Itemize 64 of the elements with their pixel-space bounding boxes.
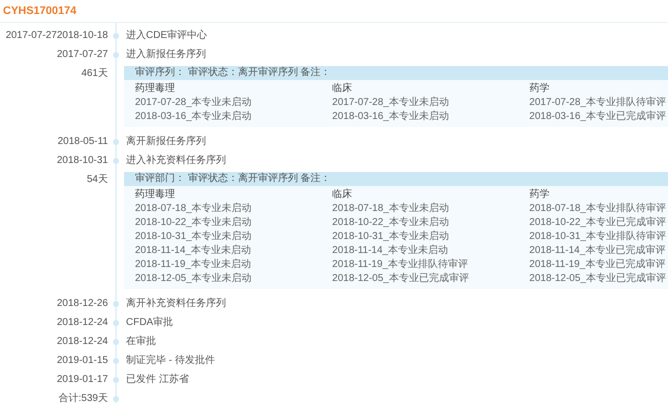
table-cell-text: 2018-11-14_本专业未启动: [332, 244, 450, 258]
total-duration: 合计:539天: [58, 392, 108, 403]
event-date: 2019-01-17: [56, 373, 108, 387]
event-text: 离开新报任务序列: [125, 134, 206, 149]
timeline-dot: [113, 396, 119, 402]
column-header: 药学: [529, 82, 550, 96]
column-header: 药理毒理: [135, 188, 176, 202]
event-text: 离开补充资料任务序列: [125, 296, 226, 311]
table-cell-text: 2018-10-31_本专业未启动: [332, 230, 450, 244]
timeline-dot: [113, 52, 119, 58]
timeline-dot: [113, 377, 119, 383]
timeline-dot: [113, 139, 119, 145]
table-cell-text: 2018-10-31_本专业未启动: [135, 230, 253, 244]
column-header: 临床: [332, 188, 354, 202]
column-header: 药学: [529, 188, 550, 202]
event-date: 2018-12-24: [56, 316, 108, 330]
table-cell: 2017-07-28_本专业排队待审评: [529, 96, 666, 110]
table-cell: 2018-11-19_本专业已完成审评: [529, 258, 666, 272]
event-date: 2019-01-15: [56, 354, 108, 368]
table-cell-text: 2018-03-16_本专业未启动: [332, 110, 450, 124]
timeline-dot: [113, 358, 119, 364]
timeline-dot: [113, 339, 119, 345]
review-header: 审评部门： 审评状态：离开审评序列 备注：: [124, 172, 668, 186]
review-header: 审评序列： 审评状态：离开审评序列 备注：: [124, 66, 668, 80]
record-id: CYHS1700174: [0, 0, 668, 23]
event-date: 2017-07-27: [56, 48, 108, 62]
timeline-dot: [113, 301, 119, 307]
table-cell-text: 2018-10-22_本专业未启动: [135, 216, 253, 230]
timeline-dot: [113, 33, 119, 39]
event-date: 2018-05-11: [56, 135, 108, 149]
table-cell-text: 2018-07-18_本专业未启动: [332, 202, 450, 216]
table-cell-text: 2018-03-16_本专业未启动: [135, 110, 253, 124]
table-cell-text: 2017-07-28_本专业未启动: [135, 96, 253, 110]
event-text: 已发件 江苏省: [125, 372, 189, 387]
table-cell: 2018-10-22_本专业已完成审评: [529, 216, 666, 230]
table-cell: 2018-11-14_本专业已完成审评: [529, 244, 666, 258]
table-cell-text: 2018-11-14_本专业未启动: [135, 244, 252, 258]
table-cell-text: 2018-11-19_本专业排队待审评: [332, 258, 470, 272]
event-date: 2017-07-272018-10-18: [4, 29, 108, 43]
table-cell-text: 2018-07-18_本专业未启动: [135, 202, 253, 216]
table-cell-text: 2018-11-19_本专业未启动: [135, 258, 252, 272]
table-cell-text: 2018-10-22_本专业未启动: [332, 216, 450, 230]
column-header: 药理毒理: [135, 82, 176, 96]
table-cell: 2018-03-16_本专业已完成审评: [529, 110, 666, 124]
table-cell-text: 2017-07-28_本专业未启动: [332, 96, 450, 110]
duration-label: 461天: [80, 67, 108, 81]
table-cell-text: 2018-12-05_本专业已完成审评: [332, 272, 470, 286]
event-date: 2018-12-24: [56, 335, 108, 349]
table-cell: 2018-07-18_本专业排队待审评: [529, 202, 666, 216]
event-text: 进入补充资料任务序列: [125, 154, 226, 168]
table-cell: 2018-12-05_本专业已完成审评: [529, 272, 666, 286]
table-cell-text: 2018-12-05_本专业未启动: [135, 272, 253, 286]
event-date: 2018-12-26: [56, 297, 108, 311]
timeline-dot: [113, 320, 119, 326]
event-text: CFDA审批: [125, 316, 174, 330]
event-date: 2018-10-31: [56, 154, 108, 168]
event-text: 进入CDE审评中心: [125, 28, 208, 43]
table-cell: 2018-10-31_本专业排队待审评: [529, 230, 666, 244]
column-header: 临床: [332, 82, 354, 96]
event-text: 进入新报任务序列: [125, 48, 206, 62]
duration-label: 54天: [86, 173, 108, 187]
event-text: 在审批: [125, 334, 156, 349]
event-text: 制证完毕 - 待发批件: [125, 354, 215, 368]
timeline-dot: [113, 158, 119, 164]
